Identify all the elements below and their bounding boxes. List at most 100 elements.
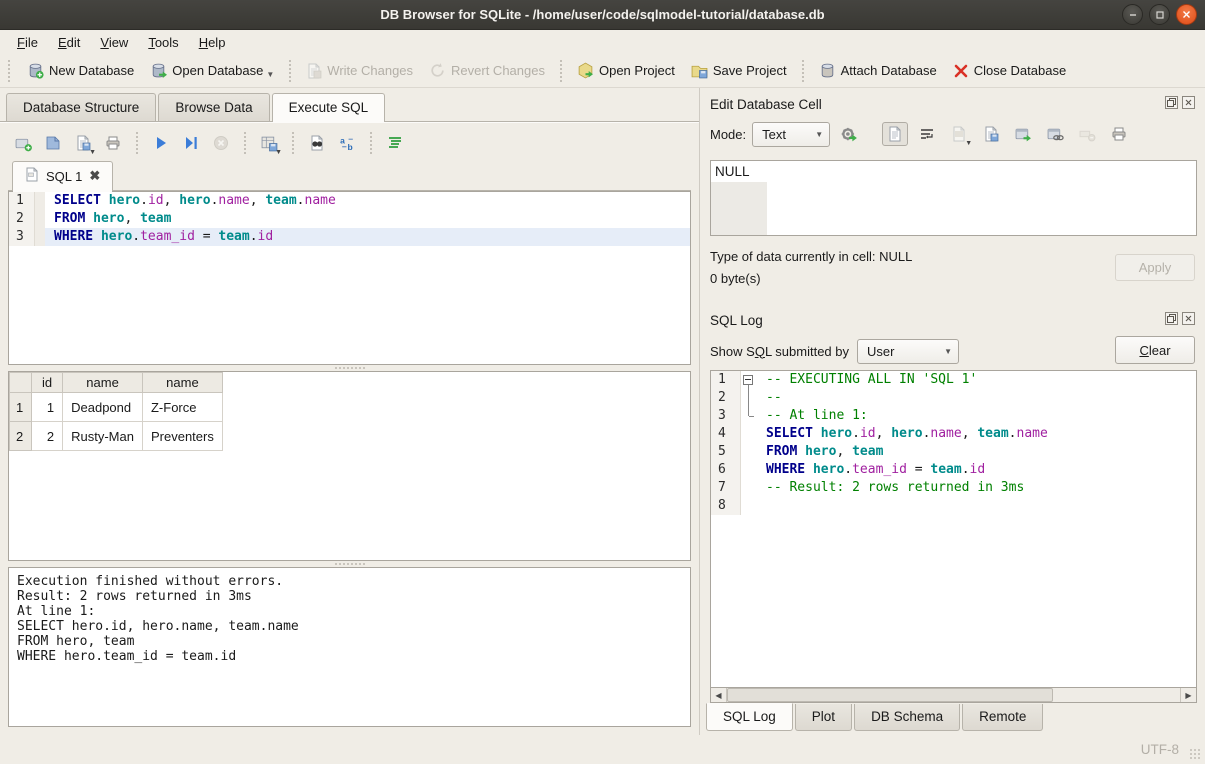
scroll-left-icon[interactable]: ◀	[711, 688, 727, 702]
clear-button[interactable]: Clear	[1115, 336, 1195, 364]
print-button[interactable]	[1106, 122, 1132, 146]
resize-grip[interactable]	[1189, 748, 1201, 760]
save-project-button[interactable]: Save Project	[684, 58, 794, 83]
tab-remote[interactable]: Remote	[962, 704, 1043, 731]
cell-mode-row: Mode: Text ▼ ▼	[706, 116, 1197, 152]
grid-cell[interactable]: Rusty-Man	[63, 422, 143, 451]
apply-button[interactable]: Apply	[1115, 254, 1195, 281]
tab-plot[interactable]: Plot	[795, 704, 852, 731]
find-button[interactable]	[304, 131, 330, 155]
find-replace-icon: ab	[339, 135, 356, 152]
grid-cell[interactable]: 2	[32, 422, 63, 451]
encoding-indicator[interactable]: UTF-8	[1141, 742, 1179, 757]
print-icon	[105, 135, 121, 151]
set-null-button	[1074, 122, 1100, 146]
mode-select[interactable]: Text ▼	[752, 122, 830, 147]
scrollbar-thumb[interactable]	[727, 688, 1053, 702]
toolbar-separator	[136, 132, 138, 154]
toolbar-button-label: Save Project	[713, 63, 787, 78]
code-text	[757, 497, 766, 515]
row-number[interactable]: 2	[10, 422, 32, 451]
tab-browse-data[interactable]: Browse Data	[158, 93, 269, 122]
sql-editor[interactable]: 1SELECT hero.id, hero.name, team.name2FR…	[8, 191, 691, 365]
menu-help[interactable]: Help	[190, 33, 235, 52]
sql-log-view[interactable]: 1-- EXECUTING ALL IN 'SQL 1'2--3-- At li…	[710, 370, 1197, 687]
menu-file[interactable]: File	[8, 33, 47, 52]
tab-execute-sql[interactable]: Execute SQL	[272, 93, 386, 122]
open-project-button[interactable]: Open Project	[570, 58, 682, 83]
chevron-down-icon[interactable]: ▼	[89, 149, 96, 156]
table-row[interactable]: 22Rusty-ManPreventers	[10, 422, 223, 451]
row-number[interactable]: 1	[10, 393, 32, 422]
maximize-button[interactable]	[1149, 4, 1170, 25]
open-external-button[interactable]	[1010, 122, 1036, 146]
dock-tab-bar: SQL LogPlotDB SchemaRemote	[706, 703, 1197, 735]
grid-cell[interactable]: Z-Force	[142, 393, 222, 422]
configure-mode-button[interactable]	[836, 122, 862, 146]
text-mode-button[interactable]	[882, 122, 908, 146]
window-controls	[1122, 4, 1197, 25]
chevron-down-icon[interactable]: ▼	[275, 149, 282, 156]
grid-corner-header[interactable]	[10, 373, 32, 393]
print-button[interactable]	[100, 131, 126, 155]
chevron-down-icon[interactable]: ▼	[266, 70, 274, 79]
close-dock-icon[interactable]	[1182, 96, 1195, 109]
open-sql-file-button[interactable]	[40, 131, 66, 155]
import-data-button: ▼	[946, 122, 972, 146]
float-dock-icon[interactable]	[1165, 312, 1178, 325]
fold-margin	[741, 479, 757, 497]
tab-db-schema[interactable]: DB Schema	[854, 704, 960, 731]
chevron-down-icon: ▼	[815, 130, 823, 139]
results-grid[interactable]: idnamename11DeadpondZ-Force22Rusty-ManPr…	[8, 371, 691, 561]
close-button[interactable]	[1176, 4, 1197, 25]
chevron-down-icon[interactable]: ▼	[965, 140, 972, 147]
dock-panels: Edit Database Cell Mode: Text ▼ ▼ NULL	[700, 88, 1205, 735]
line-number: 1	[711, 371, 741, 389]
format-sql-button[interactable]	[382, 131, 408, 155]
save-results-button[interactable]: ▼	[256, 131, 282, 155]
tab-database-structure[interactable]: Database Structure	[6, 93, 156, 122]
grid-cell[interactable]: 1	[32, 393, 63, 422]
execute-all-button[interactable]	[148, 131, 174, 155]
cell-content-editor[interactable]: NULL	[710, 160, 1197, 236]
open-external-icon	[1015, 126, 1032, 143]
sql-file-tab[interactable]: SQL 1 ✖	[12, 161, 113, 191]
menu-tools[interactable]: Tools	[139, 33, 187, 52]
submitted-by-select[interactable]: User ▼	[857, 339, 959, 364]
menu-view[interactable]: View	[91, 33, 137, 52]
close-dock-icon[interactable]	[1182, 312, 1195, 325]
find-replace-button[interactable]: ab	[334, 131, 360, 155]
toolbar-drag-handle[interactable]	[8, 60, 14, 82]
grid-cell[interactable]: Preventers	[142, 422, 222, 451]
text-mode-icon	[887, 126, 903, 142]
minimize-button[interactable]	[1122, 4, 1143, 25]
line-number: 3	[9, 228, 35, 246]
copy-link-button[interactable]	[1042, 122, 1068, 146]
close-sql-tab-icon[interactable]: ✖	[89, 168, 100, 184]
column-header-name[interactable]: name	[63, 373, 143, 393]
scroll-right-icon[interactable]: ▶	[1180, 688, 1196, 702]
export-data-button[interactable]	[978, 122, 1004, 146]
menu-edit[interactable]: Edit	[49, 33, 89, 52]
save-sql-file-button[interactable]: ▼	[70, 131, 96, 155]
toolbar-button-label: Open Project	[599, 63, 675, 78]
code-line: 2--	[711, 389, 1196, 407]
open-tab-button[interactable]	[10, 131, 36, 155]
column-header-id[interactable]: id	[32, 373, 63, 393]
attach-database-button[interactable]: Attach Database	[812, 58, 944, 83]
open-database-button[interactable]: Open Database▼	[143, 58, 281, 83]
close-database-button[interactable]: Close Database	[946, 59, 1074, 83]
cell-size-text: 0 byte(s)	[710, 268, 912, 290]
line-number: 8	[711, 497, 741, 515]
write-changes-icon	[306, 63, 322, 79]
new-database-button[interactable]: New Database	[20, 58, 141, 83]
float-dock-icon[interactable]	[1165, 96, 1178, 109]
grid-cell[interactable]: Deadpond	[63, 393, 143, 422]
execute-current-line-button[interactable]	[178, 131, 204, 155]
table-row[interactable]: 11DeadpondZ-Force	[10, 393, 223, 422]
tab-sql-log[interactable]: SQL Log	[706, 703, 793, 731]
word-wrap-button[interactable]	[914, 122, 940, 146]
column-header-name[interactable]: name	[142, 373, 222, 393]
submitted-by-value: User	[867, 344, 894, 359]
horizontal-scrollbar[interactable]: ◀ ▶	[710, 687, 1197, 703]
